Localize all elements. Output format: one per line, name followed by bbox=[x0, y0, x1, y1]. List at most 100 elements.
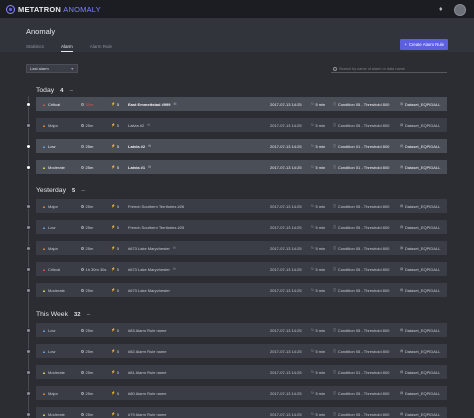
duration-value: 25m bbox=[85, 411, 94, 417]
alarm-count: ⚡ 5 bbox=[111, 102, 119, 107]
tab-alarm[interactable]: Alarm bbox=[61, 44, 73, 52]
alarm-dataset-value: Dataset_EQPIDALL bbox=[404, 411, 441, 417]
alarm-count-value: 5 bbox=[116, 143, 120, 149]
alarm-row[interactable]: ▲ Low 25m ⚡ 5 #83 Alarm Rule name 2017-07-13 1… bbox=[36, 323, 447, 337]
search-input[interactable]: Search by name of alarm or data name bbox=[331, 65, 447, 73]
alarm-interval-value: 5 min bbox=[315, 143, 326, 149]
bolt-icon: ⚡ bbox=[111, 144, 116, 148]
alarm-filter-select[interactable]: Last alarm ▼ bbox=[26, 64, 78, 73]
collapse-toggle-icon[interactable]: – bbox=[86, 312, 90, 318]
alarm-dataset: ▤ Dataset_EQPIDALL bbox=[400, 144, 440, 149]
alarm-condition-value: Condition 05 - Threshold 800 bbox=[337, 101, 390, 107]
collapse-toggle-icon[interactable]: – bbox=[69, 88, 73, 94]
chevron-down-icon: ▼ bbox=[70, 67, 74, 71]
alarm-row[interactable]: ▲ Major 25m ⚡ 5 #80 Alarm Rule name 2017-07-13… bbox=[36, 386, 447, 400]
alarm-dataset: ▤ Dataset_EQPIDALL bbox=[400, 328, 440, 333]
timeline-dot bbox=[25, 101, 31, 107]
timeline-dot bbox=[25, 287, 31, 293]
app-brand: METATRON ANOMALY bbox=[18, 5, 101, 14]
alarm-count-value: 5 bbox=[116, 327, 120, 333]
alarm-row[interactable]: ▲ Critical 30m ⚡ 5 East Emmettstad #999 ✉ 2017-… bbox=[36, 97, 447, 111]
alarm-interval: ↻ 5 min bbox=[311, 246, 325, 251]
bolt-icon: ⚡ bbox=[111, 204, 116, 208]
bell-icon[interactable]: ♦ bbox=[439, 6, 445, 14]
tab-alarm-rule[interactable]: Alarm Rule bbox=[90, 44, 112, 52]
app-logo[interactable]: METATRON ANOMALY bbox=[6, 4, 101, 14]
create-alarm-rule-button[interactable]: + Create Alarm Rule bbox=[400, 39, 448, 50]
create-alarm-rule-label: Create Alarm Rule bbox=[408, 42, 444, 47]
alarm-time: 2017-07-13 14:25 bbox=[270, 287, 302, 293]
severity-icon: ▲ bbox=[42, 203, 46, 209]
severity: ▲ Low bbox=[42, 225, 55, 230]
alarm-row[interactable]: ▲ Low 25m ⚡ 5 #82 Alarm Rule name 2017-07-13 1… bbox=[36, 344, 447, 358]
tab-statistics[interactable]: Statistics bbox=[26, 44, 44, 52]
message-icon[interactable]: ✉ bbox=[147, 123, 150, 127]
alarm-row[interactable]: ▲ Low 25m ⚡ 5 Latvia #2 ✉ 2017-07-13 14:25 ↻ 5 mi… bbox=[36, 139, 447, 153]
alarm-row[interactable]: ▲ Low 25m ⚡ 5 French Southern Territories #25… bbox=[36, 220, 447, 234]
alarm-row[interactable]: ▲ Moderate 25m ⚡ 5 #81 Alarm Rule name 2017-07… bbox=[36, 365, 447, 379]
message-icon[interactable]: ✉ bbox=[173, 102, 176, 106]
duration: 1h 30m 30s bbox=[81, 267, 106, 272]
alarm-dataset: ▤ Dataset_EQPIDALL bbox=[400, 225, 440, 230]
timeline-dot bbox=[25, 224, 31, 230]
alarm-row[interactable]: ▲ Moderate 25m ⚡ 5 Latvia #1 ✉ 2017-07-13 14:25… bbox=[36, 160, 447, 174]
alarm-interval: ↻ 5 min bbox=[311, 288, 325, 293]
user-avatar[interactable] bbox=[454, 4, 466, 16]
alarm-time: 2017-07-13 14:25 bbox=[270, 122, 302, 128]
alarm-count-value: 5 bbox=[116, 101, 120, 107]
collapse-toggle-icon[interactable]: – bbox=[81, 188, 85, 194]
severity: ▲ Major bbox=[42, 391, 58, 396]
alarm-rule-name-text: #81 Alarm Rule name bbox=[128, 369, 167, 375]
alarm-dataset: ▤ Dataset_EQPIDALL bbox=[400, 165, 440, 170]
condition-icon: ◫ bbox=[333, 349, 337, 353]
alarm-row[interactable]: ▲ Major 25m ⚡ 5 French Southern Territories #… bbox=[36, 199, 447, 213]
alarm-row[interactable]: ▲ Critical 1h 30m 30s ⚡ 5 #673 Lake Marychest… bbox=[36, 262, 447, 276]
alarm-time: 2017-07-13 14:25 bbox=[270, 245, 302, 251]
message-icon[interactable]: ✉ bbox=[173, 267, 176, 271]
message-icon[interactable]: ✉ bbox=[148, 165, 151, 169]
alarm-interval-value: 5 min bbox=[315, 411, 326, 417]
alarm-interval-value: 5 min bbox=[315, 287, 326, 293]
alarm-count: ⚡ 5 bbox=[111, 144, 119, 149]
severity-label: Major bbox=[48, 122, 59, 128]
duration-value: 25m bbox=[85, 143, 94, 149]
timeline-dot bbox=[25, 348, 31, 354]
alarm-count-value: 5 bbox=[116, 245, 120, 251]
group-title: Yesterday bbox=[36, 187, 66, 194]
alarm-interval: ↻ 5 min bbox=[311, 102, 325, 107]
severity: ▲ Low bbox=[42, 328, 55, 333]
severity-label: Major bbox=[48, 245, 59, 251]
database-icon: ▤ bbox=[400, 246, 404, 250]
alarm-condition: ◫ Condition 01 - Threshold 800 bbox=[333, 165, 389, 170]
alarm-row[interactable]: ▲ Moderate 25m ⚡ 5 #673 Lake Marychester 2017-… bbox=[36, 283, 447, 297]
alarm-interval: ↻ 5 min bbox=[311, 144, 325, 149]
alarm-condition: ◫ Condition 05 - Threshold 800 bbox=[333, 391, 389, 396]
group-header: Yesterday 5– bbox=[36, 186, 85, 195]
duration-value: 25m bbox=[85, 122, 94, 128]
condition-icon: ◫ bbox=[333, 246, 337, 250]
search-icon bbox=[333, 66, 337, 71]
alarm-condition: ◫ Condition 05 - Threshold 800 bbox=[333, 102, 389, 107]
alarm-dataset: ▤ Dataset_EQPIDALL bbox=[400, 288, 440, 293]
alarm-rule-name-text: #673 Lake Marychester bbox=[128, 245, 170, 251]
alarm-count-value: 5 bbox=[116, 203, 120, 209]
timeline-dot bbox=[25, 390, 31, 396]
condition-icon: ◫ bbox=[333, 225, 337, 229]
alarm-count: ⚡ 5 bbox=[111, 225, 119, 230]
condition-icon: ◫ bbox=[333, 102, 337, 106]
alarm-interval-value: 5 min bbox=[315, 203, 326, 209]
message-icon[interactable]: ✉ bbox=[148, 144, 151, 148]
severity-icon: ▲ bbox=[42, 369, 46, 375]
alarm-row[interactable]: ▲ Moderate 25m ⚡ 5 #79 Alarm Rule name 2017-07… bbox=[36, 407, 447, 418]
alarm-count-value: 5 bbox=[116, 369, 120, 375]
clock-icon bbox=[81, 102, 84, 106]
top-navigation-bar: METATRON ANOMALY ♦ bbox=[0, 0, 474, 18]
alarm-row[interactable]: ▲ Major 25m ⚡ 5 Latvia #2 ✉ 2017-07-13 14:25 ↻ 5 … bbox=[36, 118, 447, 132]
group-header: This Week 32– bbox=[36, 310, 90, 319]
alarm-dataset: ▤ Dataset_EQPIDALL bbox=[400, 349, 440, 354]
duration-value: 25m bbox=[85, 287, 94, 293]
brand-main: METATRON bbox=[18, 4, 61, 14]
message-icon[interactable]: ✉ bbox=[173, 246, 176, 250]
alarm-row[interactable]: ▲ Major 25m ⚡ 5 #673 Lake Marychester ✉ 2017-07… bbox=[36, 241, 447, 255]
alarm-rule-name-text: #80 Alarm Rule name bbox=[128, 390, 167, 396]
